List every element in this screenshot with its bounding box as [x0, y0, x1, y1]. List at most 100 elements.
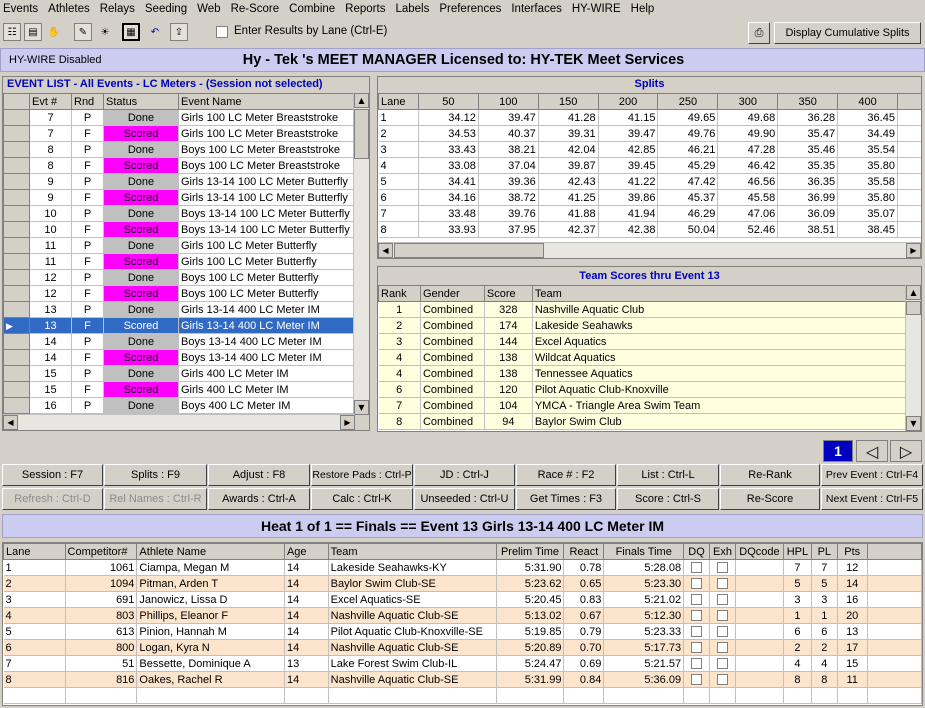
exh-checkbox[interactable] [709, 608, 735, 624]
result-finals[interactable]: 5:23.30 [604, 576, 684, 592]
row-indicator[interactable] [4, 270, 30, 286]
dq-checkbox[interactable] [684, 640, 710, 656]
splits-row[interactable]: 534.4139.3642.4341.2247.4246.5636.3535.5… [379, 174, 923, 190]
row-indicator[interactable] [4, 366, 30, 382]
result-row[interactable]: 6800Logan, Kyra N14Nashville Aquatic Clu… [4, 640, 922, 656]
jd-ctrl-j-button[interactable]: JD : Ctrl-J [414, 464, 515, 486]
result-react[interactable]: 0.83 [564, 592, 604, 608]
scroll-thumb[interactable] [906, 301, 921, 315]
list-ctrl-l-button[interactable]: List : Ctrl-L [617, 464, 719, 486]
results-col-hpl[interactable]: HPL [783, 544, 811, 560]
result-react[interactable]: 0.65 [564, 576, 604, 592]
splits-row[interactable]: 433.0837.0439.8739.4545.2946.4235.3535.8… [379, 158, 923, 174]
results-col-pts[interactable]: Pts [837, 544, 867, 560]
result-prelim[interactable]: 5:20.45 [496, 592, 564, 608]
re-score-button[interactable]: Re-Score [720, 488, 820, 510]
event-row[interactable]: 10FScoredBoys 13-14 100 LC Meter Butterf… [4, 222, 355, 238]
result-finals[interactable]: 5:23.33 [604, 624, 684, 640]
scroll-left-icon[interactable]: ◀ [3, 415, 18, 430]
page-number[interactable]: 1 [823, 440, 853, 462]
splits-col-5[interactable]: 250 [658, 94, 718, 110]
splits-col-7[interactable]: 350 [778, 94, 838, 110]
result-prelim[interactable]: 5:19.85 [496, 624, 564, 640]
dq-checkbox[interactable] [684, 576, 710, 592]
team-score-row[interactable]: 4Combined138Tennessee Aquatics [379, 366, 906, 382]
re-rank-button[interactable]: Re-Rank [720, 464, 820, 486]
result-row[interactable]: 21094Pitman, Arden T14Baylor Swim Club-S… [4, 576, 922, 592]
menu-reports[interactable]: Reports [345, 3, 385, 15]
event-row[interactable]: 8PDoneBoys 100 LC Meter Breaststroke [4, 142, 355, 158]
splits-col-3[interactable]: 150 [538, 94, 598, 110]
splits-col-4[interactable]: 200 [598, 94, 658, 110]
row-indicator[interactable] [4, 110, 30, 126]
col-score[interactable]: Score [484, 286, 532, 302]
scroll-right-icon[interactable]: ▶ [906, 243, 921, 258]
prev-heat-icon[interactable]: ◁ [856, 440, 888, 462]
result-row[interactable]: 3691Janowicz, Lissa D14Excel Aquatics-SE… [4, 592, 922, 608]
result-finals[interactable]: 5:17.73 [604, 640, 684, 656]
menu-help[interactable]: Help [631, 3, 655, 15]
exh-checkbox[interactable] [709, 656, 735, 672]
splits-row[interactable]: 234.5340.3739.3139.4749.7649.9035.4734.4… [379, 126, 923, 142]
lightbulb-icon[interactable]: ☀ [96, 23, 114, 41]
row-indicator[interactable] [4, 254, 30, 270]
dq-code[interactable] [735, 560, 783, 576]
result-row[interactable]: 751Bessette, Dominique A13Lake Forest Sw… [4, 656, 922, 672]
results-col-dqcode[interactable]: DQcode [735, 544, 783, 560]
result-finals[interactable]: 5:36.09 [604, 672, 684, 688]
col-team[interactable]: Team [532, 286, 905, 302]
event-row[interactable]: 8FScoredBoys 100 LC Meter Breaststroke [4, 158, 355, 174]
row-indicator[interactable] [4, 382, 30, 398]
row-indicator[interactable] [4, 126, 30, 142]
team-scores-vscroll[interactable]: ▲ ▼ [905, 285, 921, 431]
result-react[interactable]: 0.70 [564, 640, 604, 656]
row-indicator[interactable] [4, 190, 30, 206]
splits-col-2[interactable]: 100 [478, 94, 538, 110]
handshake-icon[interactable]: ✋ [45, 23, 63, 41]
export-icon[interactable]: ⇪ [170, 23, 188, 41]
event-row[interactable]: 9FScoredGirls 13-14 100 LC Meter Butterf… [4, 190, 355, 206]
splits-row[interactable]: 333.4338.2142.0442.8546.2147.2835.4635.5… [379, 142, 923, 158]
row-indicator[interactable] [4, 222, 30, 238]
scroll-down-icon[interactable]: ▼ [906, 416, 921, 431]
event-list-vscroll[interactable]: ▲ ▼ [353, 93, 369, 415]
undo-icon[interactable]: ↶ [146, 23, 164, 41]
result-react[interactable]: 0.84 [564, 672, 604, 688]
pencil-icon[interactable]: ✎ [74, 23, 92, 41]
result-prelim[interactable]: 5:24.47 [496, 656, 564, 672]
team-score-row[interactable]: 6Combined120Pilot Aquatic Club-Knoxville [379, 382, 906, 398]
row-indicator[interactable]: ▶ [4, 318, 30, 334]
team-score-row[interactable]: 2Combined174Lakeside Seahawks [379, 318, 906, 334]
event-row[interactable]: 13PDoneGirls 13-14 400 LC Meter IM [4, 302, 355, 318]
race-f2-button[interactable]: Race # : F2 [516, 464, 616, 486]
scroll-thumb[interactable] [394, 243, 544, 258]
splits-col-0[interactable]: Lane [379, 94, 419, 110]
event-row[interactable]: 14PDoneBoys 13-14 400 LC Meter IM [4, 334, 355, 350]
row-indicator[interactable] [4, 174, 30, 190]
result-finals[interactable]: 5:12.30 [604, 608, 684, 624]
menu-relays[interactable]: Relays [100, 3, 135, 15]
result-finals[interactable]: 5:21.02 [604, 592, 684, 608]
col-gender[interactable]: Gender [420, 286, 484, 302]
row-indicator[interactable] [4, 286, 30, 302]
exh-checkbox[interactable] [709, 560, 735, 576]
dq-checkbox[interactable] [684, 624, 710, 640]
col-evt[interactable]: Evt # [30, 94, 72, 110]
result-row[interactable]: 4803Phillips, Eleanor F14Nashville Aquat… [4, 608, 922, 624]
result-react[interactable]: 0.79 [564, 624, 604, 640]
row-indicator[interactable] [4, 238, 30, 254]
get-times-f3-button[interactable]: Get Times : F3 [516, 488, 616, 510]
results-col-age[interactable]: Age [284, 544, 328, 560]
dq-code[interactable] [735, 576, 783, 592]
dq-code[interactable] [735, 592, 783, 608]
menu-seeding[interactable]: Seeding [145, 3, 187, 15]
restore-pads-ctrl-p-button[interactable]: Restore Pads : Ctrl-P [311, 464, 413, 486]
event-row[interactable]: 7FScoredGirls 100 LC Meter Breaststroke [4, 126, 355, 142]
results-col-team[interactable]: Team [328, 544, 496, 560]
menu-labels[interactable]: Labels [395, 3, 429, 15]
dq-code[interactable] [735, 640, 783, 656]
dq-checkbox[interactable] [684, 592, 710, 608]
row-indicator[interactable] [4, 158, 30, 174]
result-react[interactable]: 0.69 [564, 656, 604, 672]
display-splits-button[interactable]: Display Cumulative Splits [774, 22, 921, 44]
